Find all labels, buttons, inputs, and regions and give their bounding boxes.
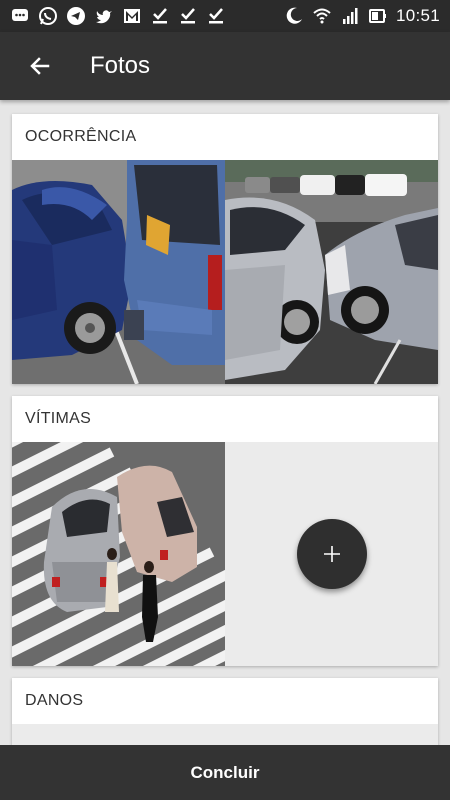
add-photo-button[interactable]: [296, 519, 367, 589]
concluir-button[interactable]: Concluir: [0, 745, 450, 800]
section-title: DANOS: [25, 692, 84, 709]
chat-bubble-icon: [10, 6, 30, 26]
section-danos: DANOS: [12, 678, 438, 745]
signal-icon: [340, 6, 360, 26]
photo-sections[interactable]: OCORRÊNCIA VÍTIMAS DANOS: [0, 100, 450, 745]
danos-photo-area: [12, 724, 438, 745]
silver-cars-collision-photo[interactable]: [225, 160, 438, 384]
blue-car-crash-photo[interactable]: [12, 160, 225, 384]
notification-icons: [10, 6, 226, 26]
check-icon: [206, 6, 226, 26]
wifi-icon: [312, 6, 332, 26]
gmail-icon: [122, 6, 142, 26]
check-icon: [178, 6, 198, 26]
battery-icon: [368, 6, 388, 26]
page-title: Fotos: [90, 52, 151, 79]
moon-icon: [284, 6, 304, 26]
crosswalk-accident-photo[interactable]: [12, 442, 225, 666]
section-ocorrencia: OCORRÊNCIA: [12, 114, 438, 384]
plus-icon: [323, 546, 340, 562]
status-time: 10:51: [395, 6, 440, 25]
concluir-label: Concluir: [190, 762, 260, 782]
twitter-icon: [94, 6, 114, 26]
telegram-icon: [66, 6, 86, 26]
system-icons: 10:51: [284, 6, 440, 26]
section-title: VÍTIMAS: [25, 410, 92, 427]
arrow-back-icon: [30, 57, 50, 75]
status-bar: 10:51: [0, 0, 450, 32]
check-icon: [150, 6, 170, 26]
whatsapp-icon: [38, 6, 58, 26]
section-vitimas: VÍTIMAS: [12, 396, 438, 666]
back-button[interactable]: [18, 44, 62, 88]
add-photo-slot: [225, 442, 438, 666]
section-title: OCORRÊNCIA: [25, 128, 137, 145]
app-bar: Fotos: [0, 32, 450, 100]
